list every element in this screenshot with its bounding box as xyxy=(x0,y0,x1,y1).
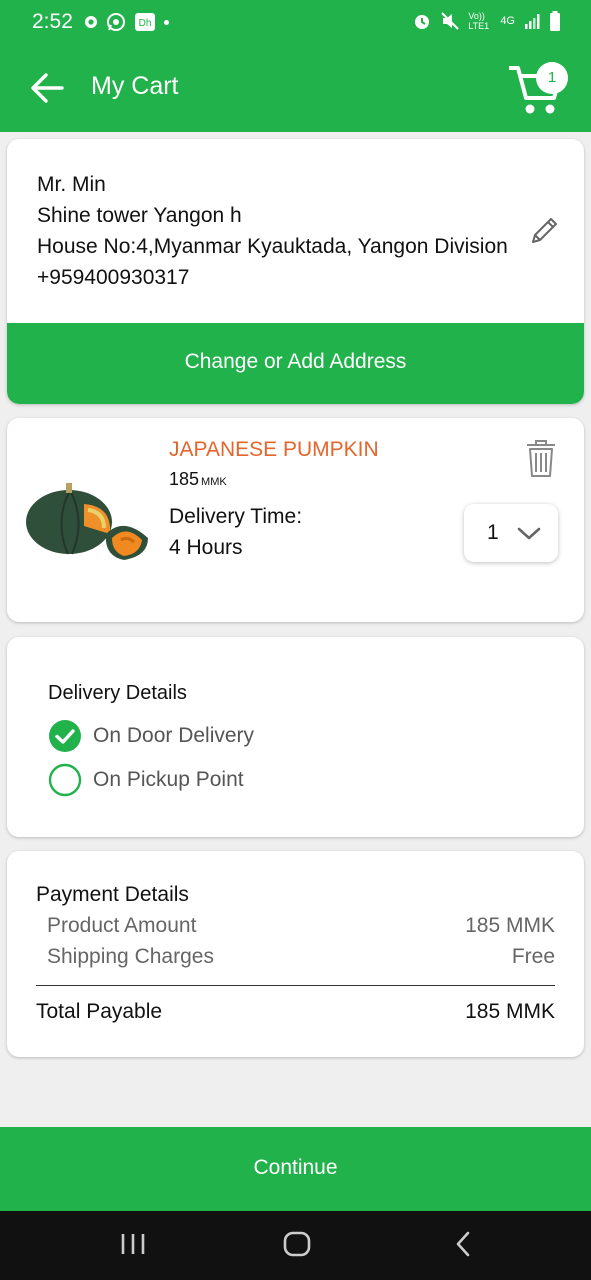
total-payable-label: Total Payable xyxy=(36,1000,163,1023)
app-bar: My Cart 1 xyxy=(0,44,591,132)
shipping-charges-label: Shipping Charges xyxy=(47,945,214,968)
home-icon[interactable] xyxy=(282,1229,312,1259)
address-block: Mr. Min Shine tower Yangon h House No:4,… xyxy=(37,169,508,293)
notification-icons: Dh xyxy=(84,12,169,32)
continue-button[interactable]: Continue xyxy=(0,1127,591,1211)
cart-item-card: JAPANESE PUMPKIN 185 MMK Delivery Time: 4… xyxy=(7,418,584,622)
delivery-option-pickup[interactable]: On Pickup Point xyxy=(48,763,244,797)
status-bar: 2:52 Dh Vo)) LTE1 4G xyxy=(0,0,591,44)
delivery-option-door-label: On Door Delivery xyxy=(93,724,255,747)
delivery-option-door[interactable]: On Door Delivery xyxy=(48,719,254,753)
change-address-button[interactable]: Change or Add Address xyxy=(7,323,584,404)
product-name[interactable]: JAPANESE PUMPKIN xyxy=(169,438,379,462)
address-name: Mr. Min xyxy=(37,173,106,196)
signal-icon xyxy=(525,14,540,29)
payment-heading: Payment Details xyxy=(36,883,189,906)
back-nav-icon[interactable] xyxy=(452,1229,476,1259)
quantity-dropdown[interactable]: 1 xyxy=(464,504,558,562)
address-phone: +959400930317 xyxy=(37,266,190,289)
alarm-icon xyxy=(415,15,430,29)
svg-text:Dh: Dh xyxy=(139,18,152,29)
volte-icon: Vo)) LTE1 xyxy=(468,11,490,31)
cart-badge: 1 xyxy=(536,62,568,94)
system-nav-bar xyxy=(0,1211,591,1280)
trash-icon[interactable] xyxy=(525,438,557,478)
total-payable-value: 185 MMK xyxy=(465,1000,555,1023)
delivery-heading: Delivery Details xyxy=(48,682,187,704)
status-time: 2:52 xyxy=(32,10,73,33)
checked-radio-icon[interactable] xyxy=(48,719,82,753)
payment-row: Product Amount 185 MMK xyxy=(47,914,555,938)
pumpkin-image xyxy=(26,483,148,560)
quantity-value: 1 xyxy=(487,521,499,544)
back-arrow-icon[interactable] xyxy=(28,68,68,108)
4g-icon: 4G xyxy=(500,15,515,27)
unchecked-radio-icon[interactable] xyxy=(48,763,82,797)
address-line1: Shine tower Yangon h xyxy=(37,204,242,227)
price-currency: MMK xyxy=(201,476,227,488)
total-row: Total Payable 185 MMK xyxy=(36,1000,555,1024)
address-card: Mr. Min Shine tower Yangon h House No:4,… xyxy=(7,139,584,404)
delivery-details-card: Delivery Details On Door Delivery On Pic… xyxy=(7,637,584,837)
price-value: 185 xyxy=(169,469,200,489)
delivery-option-pickup-label: On Pickup Point xyxy=(93,768,244,791)
shipping-charges-value: Free xyxy=(511,945,555,968)
page-title: My Cart xyxy=(91,72,179,100)
delivery-time-label: Delivery Time: xyxy=(169,505,303,528)
product-price: 185 MMK xyxy=(169,469,227,490)
product-amount-label: Product Amount xyxy=(47,914,197,937)
recent-apps-icon[interactable] xyxy=(119,1229,147,1259)
divider xyxy=(36,985,555,986)
delivery-time-value: 4 Hours xyxy=(169,536,243,559)
product-amount-value: 185 MMK xyxy=(465,914,555,937)
google-icon xyxy=(85,16,97,28)
dot-icon xyxy=(164,19,169,25)
chevron-down-icon xyxy=(517,527,541,540)
edit-pencil-icon[interactable] xyxy=(527,214,561,248)
dh-icon: Dh xyxy=(135,13,155,31)
battery-icon xyxy=(550,11,560,31)
payment-details-card: Payment Details Product Amount 185 MMK S… xyxy=(7,851,584,1057)
payment-row: Shipping Charges Free xyxy=(47,945,555,969)
system-icons: Vo)) LTE1 4G xyxy=(412,11,561,31)
mute-icon xyxy=(441,12,460,30)
whatsapp-icon xyxy=(107,13,125,31)
address-line2: House No:4,Myanmar Kyauktada, Yangon Div… xyxy=(37,235,508,258)
